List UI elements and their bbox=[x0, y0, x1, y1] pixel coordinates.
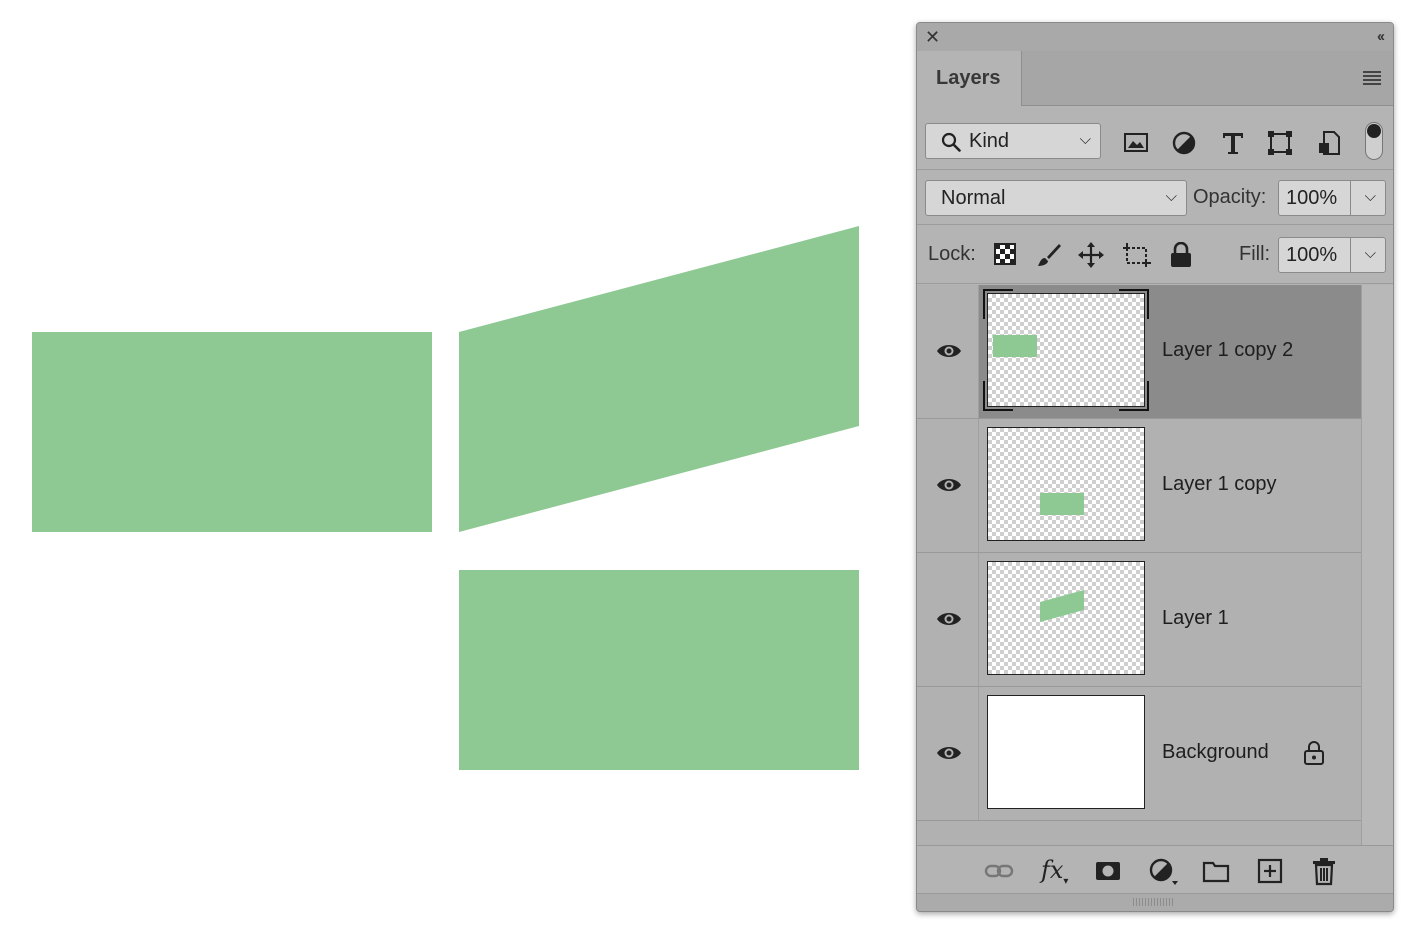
visibility-toggle[interactable] bbox=[917, 285, 979, 418]
chevron-down-icon: ⌵ bbox=[1079, 131, 1091, 148]
layer-thumbnail bbox=[987, 561, 1145, 675]
blend-row: Normal ⌵ Opacity: 100% ⌵ bbox=[917, 170, 1393, 225]
layer-thumbnail bbox=[987, 427, 1145, 541]
link-layers-icon[interactable] bbox=[984, 856, 1014, 886]
blend-mode-select[interactable]: Normal ⌵ bbox=[925, 180, 1187, 216]
layer-row[interactable]: Layer 1 bbox=[917, 553, 1361, 687]
lock-artboard-icon[interactable] bbox=[1123, 242, 1151, 268]
panel-titlebar: ✕ ‹‹ bbox=[917, 23, 1393, 52]
layer-row[interactable]: Layer 1 copy 2 bbox=[917, 285, 1361, 419]
chevron-down-icon[interactable]: ⌵ bbox=[1365, 245, 1376, 262]
filter-toggle[interactable] bbox=[1365, 122, 1383, 160]
kind-filter-select[interactable]: Kind ⌵ bbox=[925, 123, 1101, 159]
blend-mode-value: Normal bbox=[941, 187, 1006, 209]
opacity-value: 100% bbox=[1286, 187, 1338, 209]
layer-name[interactable]: Layer 1 copy 2 bbox=[1162, 339, 1293, 362]
panel-menu-icon[interactable] bbox=[1363, 71, 1381, 87]
tab-layers-label: Layers bbox=[936, 67, 1001, 89]
new-layer-icon[interactable] bbox=[1255, 856, 1285, 886]
lock-icon[interactable] bbox=[1303, 740, 1325, 766]
layer-row[interactable]: Background bbox=[917, 687, 1361, 821]
panel-tab-row: Layers bbox=[917, 51, 1393, 106]
lock-row: Lock: Fill: 100% ⌵ bbox=[917, 225, 1393, 284]
smart-object-filter-icon[interactable] bbox=[1316, 130, 1346, 160]
search-icon bbox=[941, 132, 961, 152]
delete-layer-icon[interactable] bbox=[1309, 856, 1339, 886]
layers-bottom-toolbar: fx▾ bbox=[917, 845, 1393, 894]
layer-row[interactable]: Layer 1 copy bbox=[917, 419, 1361, 553]
kind-filter-label: Kind bbox=[969, 130, 1010, 152]
new-group-icon[interactable] bbox=[1201, 856, 1231, 886]
fill-label: Fill: bbox=[1239, 243, 1271, 265]
opacity-label: Opacity: bbox=[1193, 186, 1267, 208]
lock-position-icon[interactable] bbox=[1078, 242, 1104, 268]
fx-label: fx bbox=[1041, 856, 1064, 884]
layer-thumbnail bbox=[987, 293, 1145, 407]
collapse-icon[interactable]: ‹‹ bbox=[1377, 28, 1385, 46]
rectangle-shape-lower bbox=[459, 570, 859, 770]
rectangle-shape bbox=[32, 332, 432, 532]
tab-layers[interactable]: Layers bbox=[917, 51, 1022, 106]
layers-scrollbar[interactable] bbox=[1361, 285, 1393, 845]
layer-name[interactable]: Layer 1 copy bbox=[1162, 473, 1277, 496]
eye-icon bbox=[937, 345, 961, 357]
add-mask-icon[interactable] bbox=[1093, 856, 1123, 886]
lock-image-icon[interactable] bbox=[1036, 242, 1062, 268]
skewed-shape bbox=[459, 226, 859, 532]
layer-name[interactable]: Layer 1 bbox=[1162, 607, 1229, 630]
shape-layer-filter-icon[interactable] bbox=[1267, 130, 1297, 160]
layer-thumbnail bbox=[987, 695, 1145, 809]
opacity-field[interactable]: 100% ⌵ bbox=[1278, 180, 1386, 216]
lock-label: Lock: bbox=[928, 243, 976, 265]
visibility-toggle[interactable] bbox=[917, 553, 979, 686]
layers-panel: ✕ ‹‹ Layers Kind ⌵ Normal ⌵ Opacity: 100… bbox=[916, 22, 1394, 912]
visibility-toggle[interactable] bbox=[917, 687, 979, 820]
eye-icon bbox=[937, 613, 961, 625]
eye-icon bbox=[937, 747, 961, 759]
chevron-down-icon: ⌵ bbox=[1165, 188, 1177, 205]
panel-resize-handle[interactable] bbox=[917, 893, 1393, 911]
visibility-toggle[interactable] bbox=[917, 419, 979, 552]
pixel-layer-filter-icon[interactable] bbox=[1123, 130, 1153, 160]
lock-all-icon[interactable] bbox=[1169, 241, 1195, 268]
chevron-down-icon[interactable]: ⌵ bbox=[1365, 188, 1376, 205]
fill-value: 100% bbox=[1286, 244, 1338, 266]
fx-icon[interactable]: fx▾ bbox=[1041, 856, 1071, 887]
lock-transparent-icon[interactable] bbox=[993, 242, 1019, 268]
type-layer-filter-icon[interactable] bbox=[1220, 130, 1250, 160]
document-canvas[interactable] bbox=[0, 0, 910, 950]
layers-list[interactable]: Layer 1 copy 2 Layer 1 copy Layer 1 Back… bbox=[917, 285, 1361, 845]
layer-name[interactable]: Background bbox=[1162, 741, 1269, 764]
eye-icon bbox=[937, 479, 961, 491]
close-icon[interactable]: ✕ bbox=[925, 27, 940, 47]
canvas-artwork bbox=[32, 226, 859, 770]
fill-field[interactable]: 100% ⌵ bbox=[1278, 237, 1386, 273]
new-adjustment-icon[interactable] bbox=[1147, 856, 1178, 886]
adjustment-layer-filter-icon[interactable] bbox=[1171, 130, 1201, 160]
filter-row: Kind ⌵ bbox=[917, 106, 1393, 170]
